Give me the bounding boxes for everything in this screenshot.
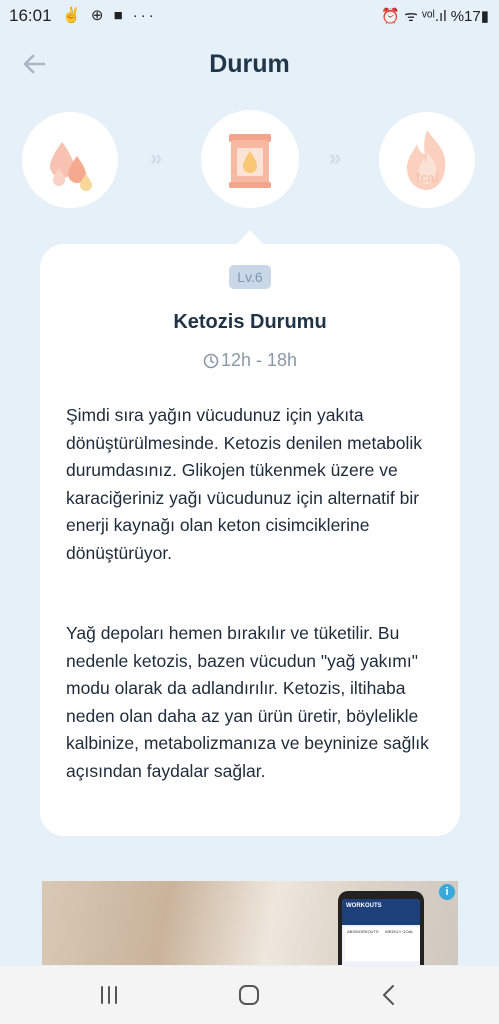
system-icons: ⏰ ᯤ ᵛᵒˡ.ıl %17▮ xyxy=(381,8,489,25)
clock-icon xyxy=(203,353,219,369)
status-bar: 16:01 ✌ ⊕ ■ ··· ⏰ ᯤ ᵛᵒˡ.ıl %17▮ xyxy=(0,0,499,34)
ad-tile: ABSWORKOUTS xyxy=(345,927,383,961)
duration-text: 12h - 18h xyxy=(220,350,298,370)
stage-detail-card: Lv.6 Ketozis Durumu 12h - 18h Şimdi sıra… xyxy=(40,244,460,836)
stage-fat-store[interactable] xyxy=(201,110,299,208)
system-back-button[interactable] xyxy=(369,980,409,1010)
kcal-label: fcal xyxy=(416,170,438,185)
description-paragraph: Şimdi sıra yağın vücudunuz için yakıta d… xyxy=(66,405,423,563)
stage-arrows: » xyxy=(150,145,163,170)
home-button[interactable] xyxy=(229,980,269,1010)
level-badge: Lv.6 xyxy=(229,265,271,289)
stage-fat-burning[interactable]: fcal xyxy=(379,112,475,208)
recent-apps-button[interactable] xyxy=(89,980,129,1010)
notification-icons: ✌ ⊕ ■ ··· xyxy=(62,7,157,24)
status-time: 16:01 xyxy=(9,6,52,25)
blood-drops-icon xyxy=(50,142,92,191)
ad-info-icon[interactable]: i xyxy=(439,884,455,900)
duration: 12h - 18h xyxy=(40,350,460,371)
ad-banner[interactable]: i WORKOUTS ABSWORKOUTS WEEKLY GOAL xyxy=(42,881,458,965)
card-title: Ketozis Durumu xyxy=(173,311,327,333)
recent-apps-icon xyxy=(101,986,117,1004)
page-title: Durum xyxy=(209,50,290,78)
description-paragraph: Yağ depoları hemen bırakılır ve tüketili… xyxy=(66,623,429,781)
chevron-left-icon xyxy=(383,985,394,1005)
header: Durum xyxy=(0,40,499,90)
home-icon xyxy=(239,985,259,1005)
system-nav-bar xyxy=(0,966,499,1024)
ad-phone-image: WORKOUTS ABSWORKOUTS WEEKLY GOAL xyxy=(338,891,424,965)
stage-arrows: » xyxy=(329,145,342,170)
ad-tile: WEEKLY GOAL xyxy=(383,927,420,961)
ad-phone-header: WORKOUTS xyxy=(342,899,420,925)
ad-phone-screen: WORKOUTS ABSWORKOUTS WEEKLY GOAL xyxy=(342,899,420,965)
stage-blood-sugar[interactable] xyxy=(22,112,118,208)
flame-kcal-icon: fcal xyxy=(407,130,446,190)
fat-jar-icon xyxy=(229,134,271,188)
